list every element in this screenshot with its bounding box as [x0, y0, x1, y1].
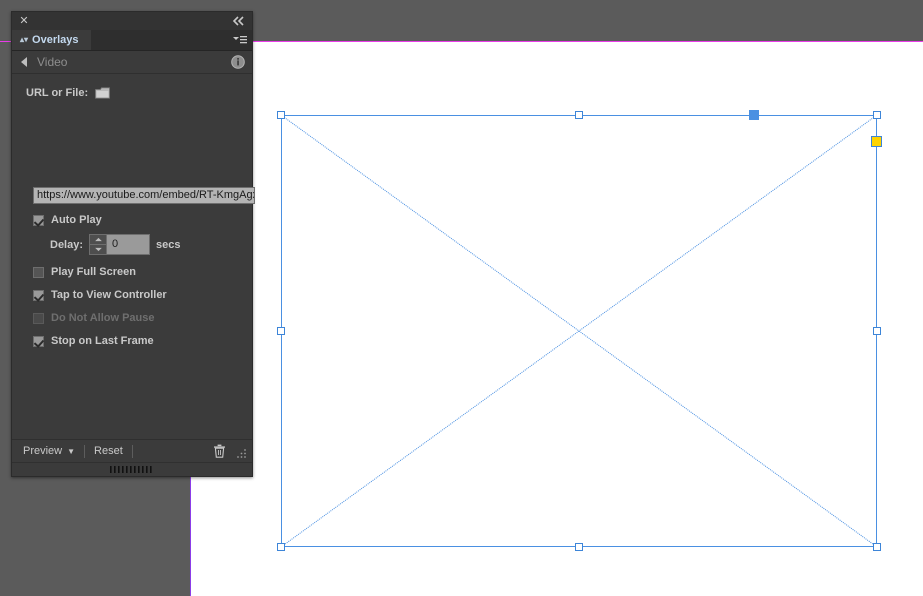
panel-menu-icon[interactable] — [232, 34, 248, 46]
reset-button[interactable]: Reset — [94, 445, 123, 457]
checkbox-play-full-screen-box[interactable] — [33, 266, 44, 278]
folder-icon[interactable] — [95, 87, 111, 99]
checkbox-do-not-allow-pause-box — [33, 312, 44, 324]
drag-grip-icon[interactable] — [110, 466, 154, 473]
close-icon[interactable]: ✕ — [17, 14, 31, 28]
handle-top-right[interactable] — [873, 111, 881, 119]
handle-top-center[interactable] — [575, 111, 583, 119]
url-input[interactable]: https://www.youtube.com/embed/RT-KmgAgxu… — [33, 187, 255, 204]
sort-updown-icon: ▴▾ — [20, 35, 29, 44]
panel-body: URL or File: https://www.youtube.com/emb… — [12, 87, 255, 470]
checkbox-do-not-allow-pause: Do Not Allow Pause — [33, 312, 155, 324]
trash-icon[interactable] — [213, 444, 226, 458]
panel-footer: Preview ▼ Reset — [12, 439, 252, 462]
stepper-down-icon[interactable] — [90, 244, 107, 254]
checkbox-stop-on-last-frame-box[interactable] — [33, 335, 44, 347]
handle-top-hover[interactable] — [749, 110, 759, 120]
delay-stepper-arrows[interactable] — [89, 234, 108, 255]
overlays-panel[interactable]: ✕ ▴▾ Overlays Video URL or File: https:/… — [11, 11, 255, 477]
url-label-row: URL or File: — [26, 87, 252, 99]
delay-label: Delay: — [50, 238, 84, 251]
url-field-label: URL or File: — [26, 87, 89, 99]
handle-middle-right[interactable] — [873, 327, 881, 335]
collapse-double-left-icon[interactable] — [231, 15, 247, 27]
chevron-down-icon: ▼ — [67, 446, 76, 456]
checkbox-auto-play-box[interactable] — [33, 214, 44, 226]
checkbox-tap-to-view-controller[interactable]: Tap to View Controller — [33, 289, 167, 301]
checkbox-stop-on-last-frame-label: Stop on Last Frame — [51, 335, 154, 347]
delay-value-input[interactable]: 0 — [107, 234, 151, 255]
preview-button-label: Preview — [23, 445, 63, 457]
panel-tab-row[interactable]: ▴▾ Overlays — [12, 30, 252, 51]
subheader-title: Video — [37, 55, 68, 69]
empty-frame-cross-icon — [281, 115, 877, 547]
panel-subheader: Video — [12, 51, 252, 74]
delay-control[interactable]: Delay: 0 secs — [50, 234, 181, 255]
checkbox-play-full-screen-label: Play Full Screen — [51, 266, 136, 278]
checkbox-do-not-allow-pause-label: Do Not Allow Pause — [51, 312, 155, 324]
handle-bottom-right[interactable] — [873, 543, 881, 551]
checkbox-tap-to-view-controller-box[interactable] — [33, 289, 44, 301]
info-icon[interactable] — [231, 55, 245, 69]
handle-top-left[interactable] — [277, 111, 285, 119]
stepper-up-icon[interactable] — [90, 235, 106, 244]
tab-overlays-label: Overlays — [32, 34, 79, 46]
handle-bottom-center[interactable] — [575, 543, 583, 551]
delay-stepper[interactable]: 0 — [89, 234, 151, 255]
panel-titlebar[interactable]: ✕ — [12, 12, 252, 30]
resize-grip-icon[interactable] — [236, 448, 247, 459]
preview-button[interactable]: Preview ▼ — [23, 445, 75, 457]
checkbox-stop-on-last-frame[interactable]: Stop on Last Frame — [33, 335, 154, 347]
delay-units-label: secs — [156, 238, 181, 251]
footer-divider-1 — [84, 444, 86, 458]
panel-drag-bar[interactable] — [12, 462, 252, 476]
footer-divider-2 — [131, 444, 133, 458]
checkbox-auto-play[interactable]: Auto Play — [33, 214, 102, 226]
handle-middle-left[interactable] — [277, 327, 285, 335]
back-arrow-icon[interactable] — [19, 56, 29, 68]
checkbox-play-full-screen[interactable]: Play Full Screen — [33, 266, 136, 278]
checkbox-tap-to-view-controller-label: Tap to View Controller — [51, 289, 167, 301]
selected-graphic-frame[interactable] — [277, 110, 882, 551]
reset-button-label: Reset — [94, 445, 123, 457]
content-grabber-handle[interactable] — [871, 136, 882, 147]
handle-bottom-left[interactable] — [277, 543, 285, 551]
checkbox-auto-play-label: Auto Play — [51, 214, 102, 226]
tab-overlays[interactable]: ▴▾ Overlays — [12, 30, 91, 50]
